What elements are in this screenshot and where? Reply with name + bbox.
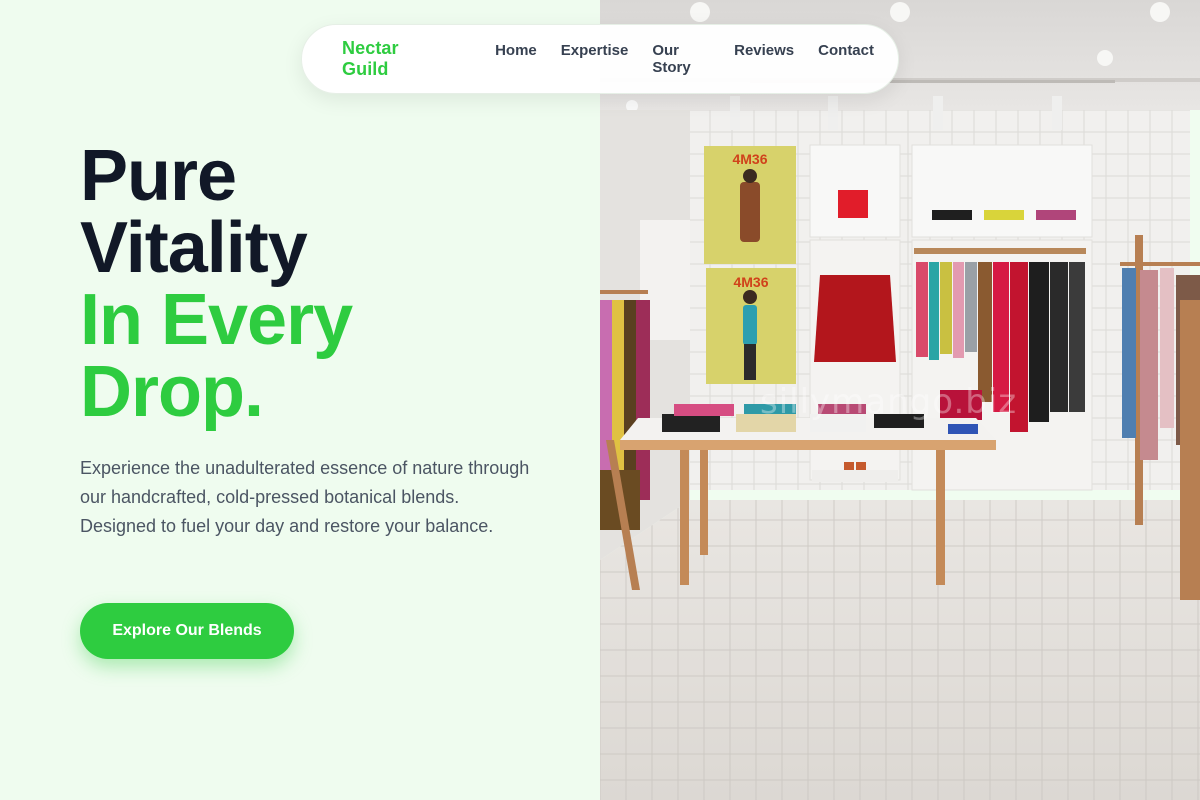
nav-links: Home Expertise Our Story Reviews Contact — [495, 42, 874, 76]
nav-link-our-story[interactable]: Our Story — [652, 42, 710, 76]
brand-logo[interactable]: Nectar Guild — [342, 38, 447, 80]
top-navbar: Nectar Guild Home Expertise Our Story Re… — [301, 24, 899, 94]
image-watermark: sillymango.biz — [760, 382, 1018, 422]
nav-link-contact[interactable]: Contact — [818, 42, 874, 76]
nav-link-home[interactable]: Home — [495, 42, 537, 76]
nav-link-reviews[interactable]: Reviews — [734, 42, 794, 76]
headline-line-3: In Every — [80, 280, 353, 360]
headline-line-1: Pure — [80, 136, 237, 216]
hero-headline: Pure Vitality In Every Drop. — [80, 136, 353, 432]
explore-blends-button[interactable]: Explore Our Blends — [80, 603, 294, 659]
headline-line-2: Vitality — [80, 208, 308, 288]
nav-link-expertise[interactable]: Expertise — [561, 42, 629, 76]
poster-text-top: 4M36 — [732, 151, 767, 167]
poster-text-bottom: 4M36 — [733, 274, 768, 290]
headline-line-4: Drop. — [80, 352, 264, 432]
hero-description: Experience the unadulterated essence of … — [80, 458, 530, 536]
